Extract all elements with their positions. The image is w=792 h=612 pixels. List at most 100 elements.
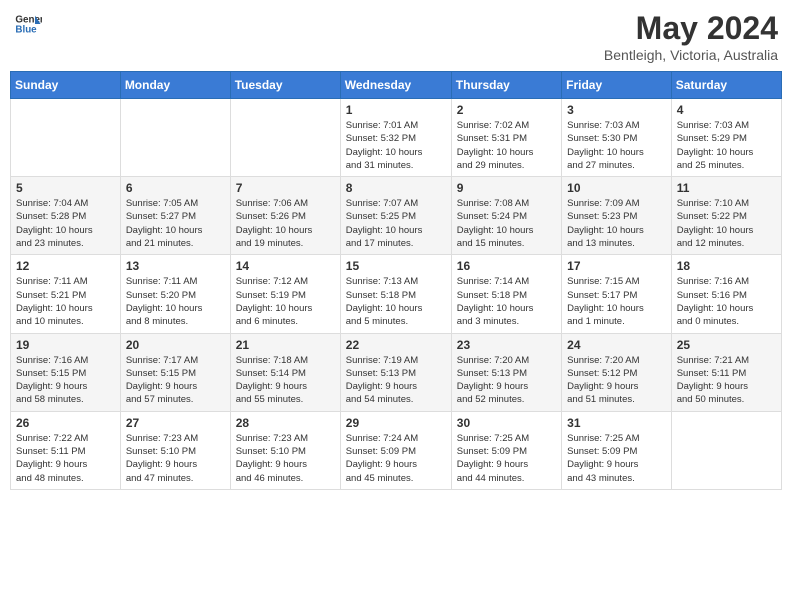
day-cell: 28 Sunrise: 7:23 AM Sunset: 5:10 PM Dayli… [230, 411, 340, 489]
day-number: 7 [236, 181, 335, 195]
day-cell: 17Sunrise: 7:15 AM Sunset: 5:17 PM Dayli… [562, 255, 672, 333]
week-row-2: 5 Sunrise: 7:04 AM Sunset: 5:28 PM Daylig… [11, 177, 782, 255]
day-info: Sunrise: 7:12 AM Sunset: 5:19 PM Dayligh… [236, 275, 335, 328]
day-cell: 19 Sunrise: 7:16 AM Sunset: 5:15 PM Dayli… [11, 333, 121, 411]
day-number: 5 [16, 181, 115, 195]
day-cell: 16 Sunrise: 7:14 AM Sunset: 5:18 PM Dayli… [451, 255, 561, 333]
day-number: 1 [346, 103, 446, 117]
day-cell: 13 Sunrise: 7:11 AM Sunset: 5:20 PM Dayli… [120, 255, 230, 333]
day-number: 31 [567, 416, 666, 430]
day-number: 9 [457, 181, 556, 195]
day-cell: 21 Sunrise: 7:18 AM Sunset: 5:14 PM Dayli… [230, 333, 340, 411]
day-info: Sunrise: 7:20 AM Sunset: 5:12 PM Dayligh… [567, 354, 666, 407]
day-cell: 11Sunrise: 7:10 AM Sunset: 5:22 PM Dayli… [671, 177, 781, 255]
location-title: Bentleigh, Victoria, Australia [604, 47, 778, 63]
day-number: 18 [677, 259, 776, 273]
week-row-4: 19 Sunrise: 7:16 AM Sunset: 5:15 PM Dayli… [11, 333, 782, 411]
day-cell: 23Sunrise: 7:20 AM Sunset: 5:13 PM Dayli… [451, 333, 561, 411]
day-info: Sunrise: 7:11 AM Sunset: 5:20 PM Dayligh… [126, 275, 225, 328]
day-cell: 7 Sunrise: 7:06 AM Sunset: 5:26 PM Daylig… [230, 177, 340, 255]
day-number: 13 [126, 259, 225, 273]
day-cell [120, 99, 230, 177]
day-info: Sunrise: 7:06 AM Sunset: 5:26 PM Dayligh… [236, 197, 335, 250]
day-cell [671, 411, 781, 489]
weekday-header-friday: Friday [562, 72, 672, 99]
day-info: Sunrise: 7:14 AM Sunset: 5:18 PM Dayligh… [457, 275, 556, 328]
weekday-header-wednesday: Wednesday [340, 72, 451, 99]
day-number: 8 [346, 181, 446, 195]
day-number: 25 [677, 338, 776, 352]
day-info: Sunrise: 7:23 AM Sunset: 5:10 PM Dayligh… [126, 432, 225, 485]
day-info: Sunrise: 7:03 AM Sunset: 5:30 PM Dayligh… [567, 119, 666, 172]
weekday-row: SundayMondayTuesdayWednesdayThursdayFrid… [11, 72, 782, 99]
day-info: Sunrise: 7:16 AM Sunset: 5:16 PM Dayligh… [677, 275, 776, 328]
day-cell: 1 Sunrise: 7:01 AM Sunset: 5:32 PM Daylig… [340, 99, 451, 177]
day-info: Sunrise: 7:24 AM Sunset: 5:09 PM Dayligh… [346, 432, 446, 485]
day-cell: 31 Sunrise: 7:25 AM Sunset: 5:09 PM Dayli… [562, 411, 672, 489]
day-info: Sunrise: 7:25 AM Sunset: 5:09 PM Dayligh… [457, 432, 556, 485]
week-row-5: 26 Sunrise: 7:22 AM Sunset: 5:11 PM Dayli… [11, 411, 782, 489]
day-number: 16 [457, 259, 556, 273]
day-cell: 29Sunrise: 7:24 AM Sunset: 5:09 PM Dayli… [340, 411, 451, 489]
day-number: 19 [16, 338, 115, 352]
day-info: Sunrise: 7:20 AM Sunset: 5:13 PM Dayligh… [457, 354, 556, 407]
day-cell: 8 Sunrise: 7:07 AM Sunset: 5:25 PM Daylig… [340, 177, 451, 255]
month-title: May 2024 [604, 10, 778, 47]
day-info: Sunrise: 7:13 AM Sunset: 5:18 PM Dayligh… [346, 275, 446, 328]
day-info: Sunrise: 7:04 AM Sunset: 5:28 PM Dayligh… [16, 197, 115, 250]
calendar-table: SundayMondayTuesdayWednesdayThursdayFrid… [10, 71, 782, 490]
day-cell: 18 Sunrise: 7:16 AM Sunset: 5:16 PM Dayli… [671, 255, 781, 333]
day-number: 15 [346, 259, 446, 273]
day-info: Sunrise: 7:03 AM Sunset: 5:29 PM Dayligh… [677, 119, 776, 172]
day-number: 27 [126, 416, 225, 430]
day-cell: 24Sunrise: 7:20 AM Sunset: 5:12 PM Dayli… [562, 333, 672, 411]
weekday-header-tuesday: Tuesday [230, 72, 340, 99]
day-info: Sunrise: 7:25 AM Sunset: 5:09 PM Dayligh… [567, 432, 666, 485]
day-cell: 27 Sunrise: 7:23 AM Sunset: 5:10 PM Dayli… [120, 411, 230, 489]
day-info: Sunrise: 7:22 AM Sunset: 5:11 PM Dayligh… [16, 432, 115, 485]
day-cell [11, 99, 121, 177]
day-cell: 14Sunrise: 7:12 AM Sunset: 5:19 PM Dayli… [230, 255, 340, 333]
day-cell: 3 Sunrise: 7:03 AM Sunset: 5:30 PM Daylig… [562, 99, 672, 177]
day-info: Sunrise: 7:05 AM Sunset: 5:27 PM Dayligh… [126, 197, 225, 250]
day-cell: 9 Sunrise: 7:08 AM Sunset: 5:24 PM Daylig… [451, 177, 561, 255]
day-info: Sunrise: 7:17 AM Sunset: 5:15 PM Dayligh… [126, 354, 225, 407]
day-number: 2 [457, 103, 556, 117]
day-number: 10 [567, 181, 666, 195]
day-info: Sunrise: 7:08 AM Sunset: 5:24 PM Dayligh… [457, 197, 556, 250]
day-info: Sunrise: 7:16 AM Sunset: 5:15 PM Dayligh… [16, 354, 115, 407]
day-cell: 6Sunrise: 7:05 AM Sunset: 5:27 PM Daylig… [120, 177, 230, 255]
day-info: Sunrise: 7:18 AM Sunset: 5:14 PM Dayligh… [236, 354, 335, 407]
day-number: 28 [236, 416, 335, 430]
day-info: Sunrise: 7:10 AM Sunset: 5:22 PM Dayligh… [677, 197, 776, 250]
day-cell: 10Sunrise: 7:09 AM Sunset: 5:23 PM Dayli… [562, 177, 672, 255]
day-info: Sunrise: 7:07 AM Sunset: 5:25 PM Dayligh… [346, 197, 446, 250]
day-info: Sunrise: 7:01 AM Sunset: 5:32 PM Dayligh… [346, 119, 446, 172]
weekday-header-sunday: Sunday [11, 72, 121, 99]
day-cell: 26 Sunrise: 7:22 AM Sunset: 5:11 PM Dayli… [11, 411, 121, 489]
day-cell: 22Sunrise: 7:19 AM Sunset: 5:13 PM Dayli… [340, 333, 451, 411]
day-cell: 5 Sunrise: 7:04 AM Sunset: 5:28 PM Daylig… [11, 177, 121, 255]
day-info: Sunrise: 7:23 AM Sunset: 5:10 PM Dayligh… [236, 432, 335, 485]
day-cell: 30Sunrise: 7:25 AM Sunset: 5:09 PM Dayli… [451, 411, 561, 489]
day-number: 22 [346, 338, 446, 352]
day-info: Sunrise: 7:21 AM Sunset: 5:11 PM Dayligh… [677, 354, 776, 407]
weekday-header-saturday: Saturday [671, 72, 781, 99]
day-number: 4 [677, 103, 776, 117]
day-cell: 25 Sunrise: 7:21 AM Sunset: 5:11 PM Dayli… [671, 333, 781, 411]
day-number: 26 [16, 416, 115, 430]
weekday-header-monday: Monday [120, 72, 230, 99]
day-info: Sunrise: 7:15 AM Sunset: 5:17 PM Dayligh… [567, 275, 666, 328]
calendar-body: 1 Sunrise: 7:01 AM Sunset: 5:32 PM Daylig… [11, 99, 782, 490]
day-number: 12 [16, 259, 115, 273]
day-cell: 12Sunrise: 7:11 AM Sunset: 5:21 PM Dayli… [11, 255, 121, 333]
day-number: 3 [567, 103, 666, 117]
day-cell [230, 99, 340, 177]
logo: General Blue [14, 10, 42, 38]
page-header: General Blue May 2024 Bentleigh, Victori… [10, 10, 782, 63]
day-number: 20 [126, 338, 225, 352]
day-number: 21 [236, 338, 335, 352]
title-area: May 2024 Bentleigh, Victoria, Australia [604, 10, 778, 63]
svg-text:Blue: Blue [15, 24, 37, 35]
logo-icon: General Blue [14, 10, 42, 38]
